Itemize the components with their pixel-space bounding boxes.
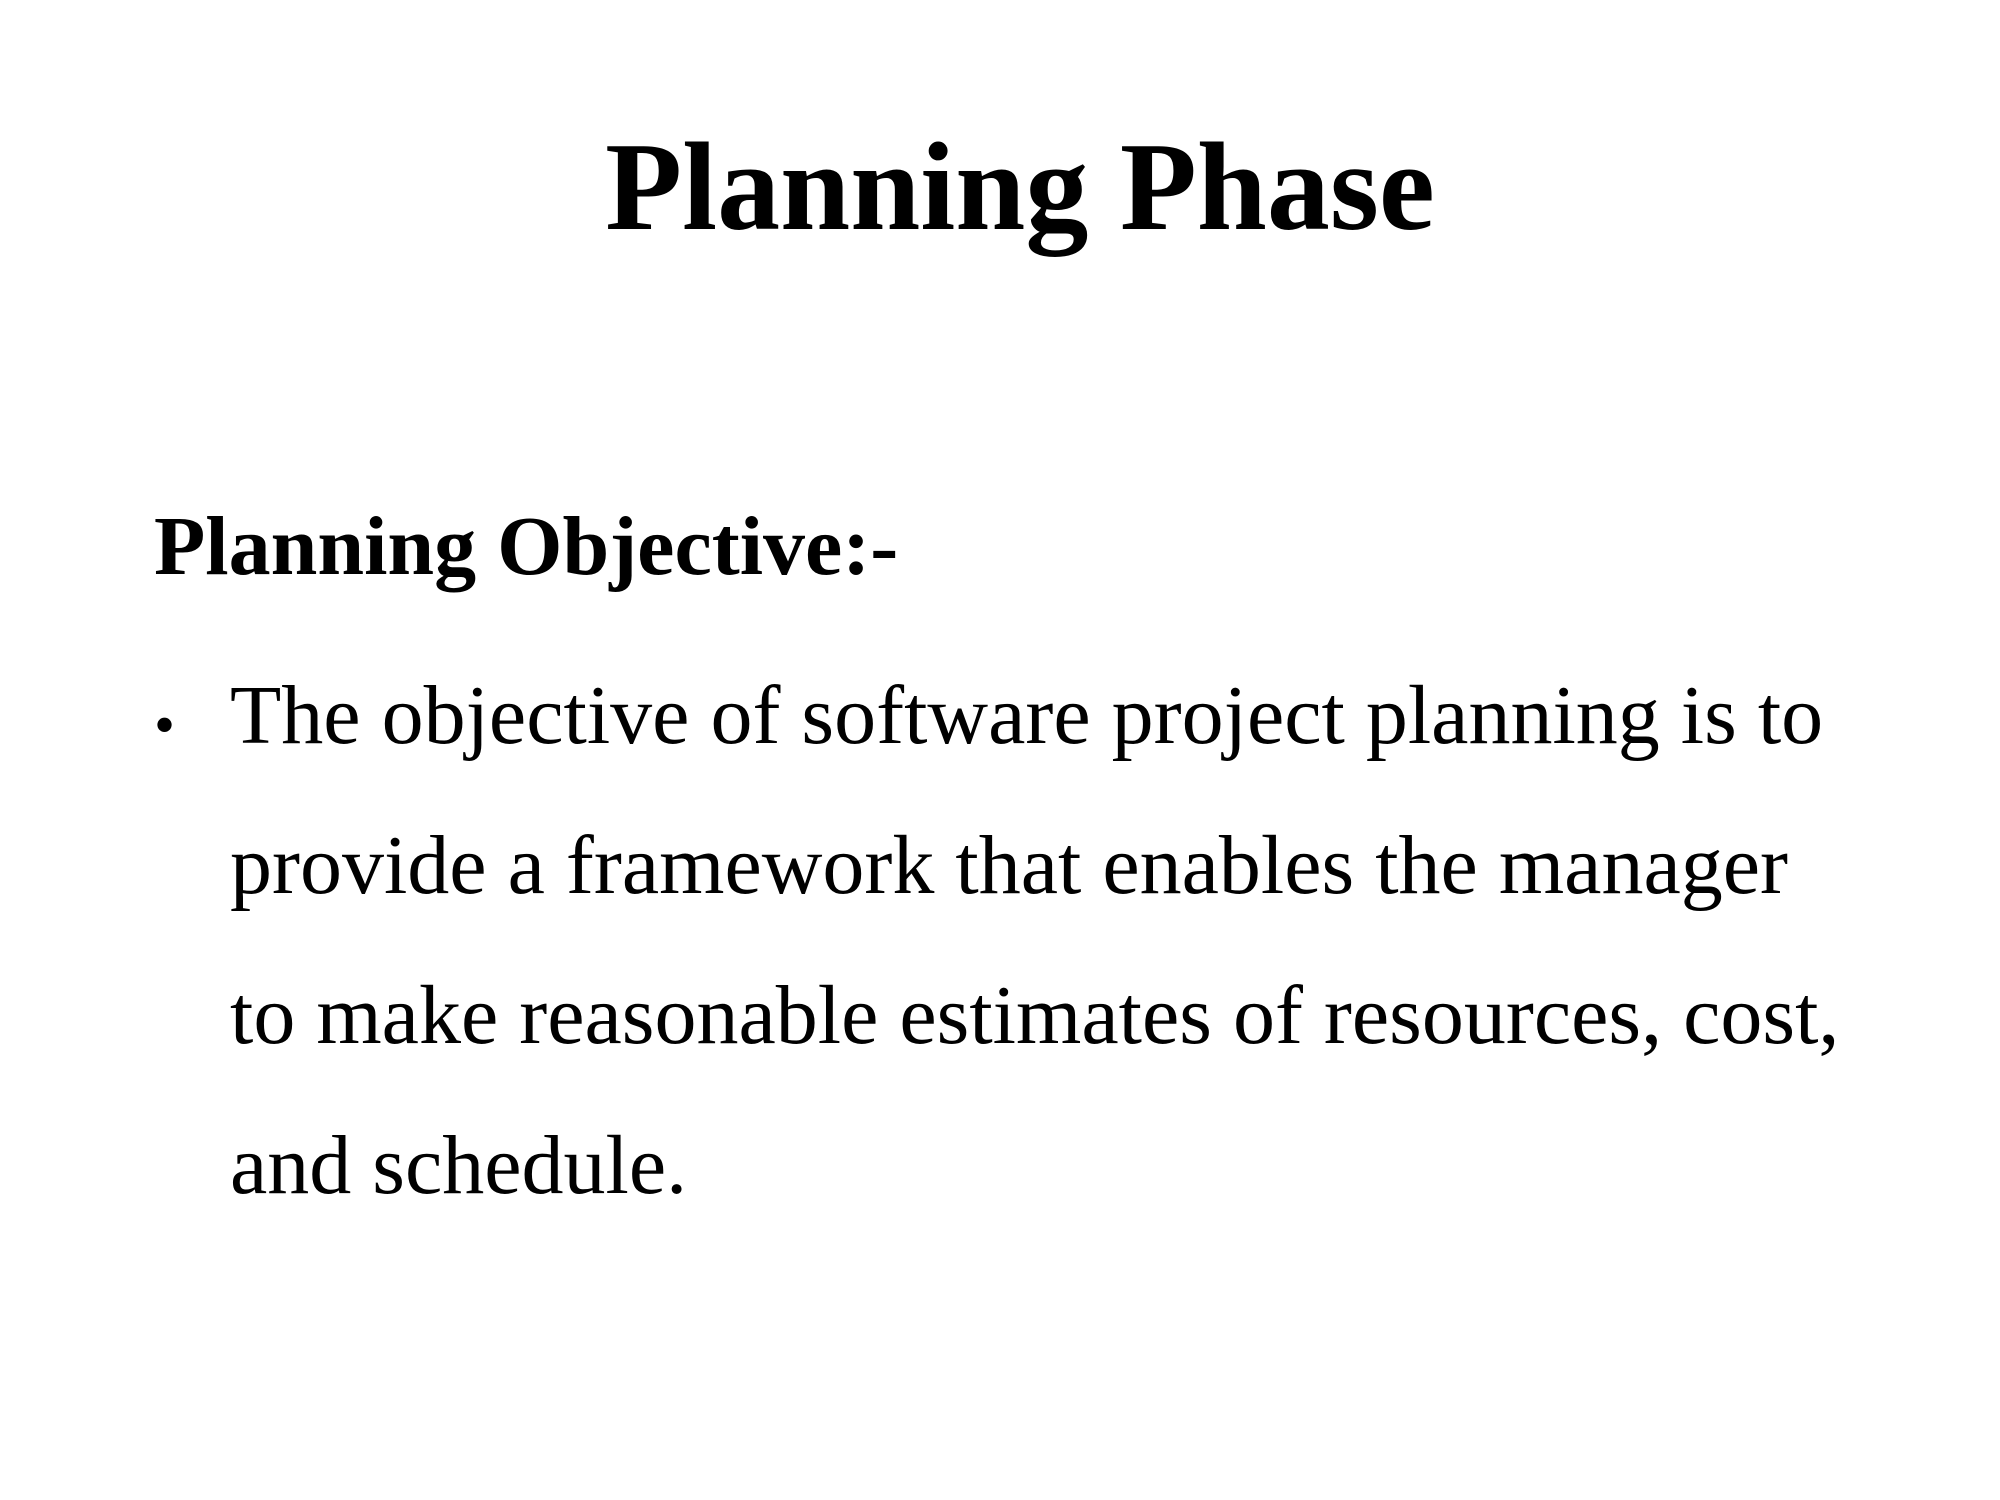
section-heading: Planning Objective:- <box>154 500 899 593</box>
bullet-icon: • <box>154 692 176 758</box>
slide-title: Planning Phase <box>605 118 1435 257</box>
bullet-text-line: and schedule. <box>230 1119 688 1212</box>
bullet-text-line: provide a framework that enables the man… <box>230 819 1788 912</box>
bullet-text-line: The objective of software project planni… <box>230 669 1824 762</box>
bullet-text-line: to make reasonable estimates of resource… <box>230 969 1840 1062</box>
slide: Planning Phase Planning Objective:- • Th… <box>0 0 2000 1500</box>
